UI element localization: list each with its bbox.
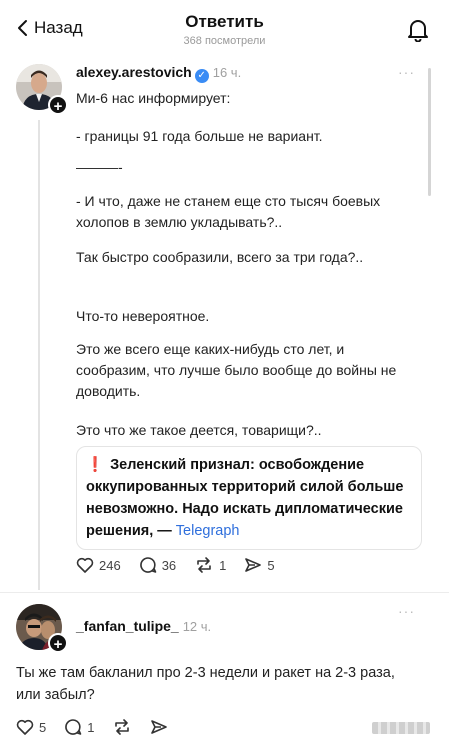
comment-icon: [139, 557, 157, 573]
quote-source-link[interactable]: Telegraph: [176, 523, 240, 539]
heart-icon: [16, 719, 34, 735]
send-icon: [151, 720, 168, 734]
divider: [0, 592, 449, 593]
chevron-left-icon: [18, 20, 27, 36]
bell-icon: [408, 20, 428, 43]
repost-icon: [115, 719, 130, 735]
reply-actions: 5 1: [16, 718, 168, 736]
post-text: ———-: [76, 159, 123, 175]
scrollbar[interactable]: [428, 68, 431, 196]
back-button[interactable]: Назад: [16, 18, 83, 38]
send-icon: [245, 558, 262, 572]
comment-count: 36: [161, 557, 177, 573]
post-actions: 246 36 1 5: [76, 556, 275, 574]
post-header: alexey.arestovich ✓ 16 ч.: [76, 64, 241, 83]
post-text: Что-то невероятное.: [76, 308, 210, 324]
notification-bell-button[interactable]: [407, 18, 429, 47]
comment-icon: [65, 719, 82, 735]
post-time: 16 ч.: [212, 65, 242, 80]
post-username[interactable]: alexey.arestovich: [76, 64, 192, 80]
quoted-link-card[interactable]: ❗ Зеленский признал: освобождение оккупир…: [76, 446, 422, 550]
post-text: Ми-6 нас информирует:: [76, 90, 231, 106]
follow-plus-button[interactable]: +: [48, 633, 68, 653]
post-text: Это же всего еще каких-нибудь сто лет, и…: [76, 341, 397, 399]
repost-button[interactable]: [112, 718, 132, 736]
blurred-watermark: [372, 722, 430, 734]
reply-more-button[interactable]: ···: [398, 603, 415, 619]
back-label: Назад: [34, 18, 83, 37]
reply-header: _fanfan_tulipe_ 12 ч.: [76, 618, 211, 636]
repost-button[interactable]: 1: [194, 556, 226, 574]
reply-username[interactable]: _fanfan_tulipe_: [76, 618, 179, 634]
post-text: - И что, даже не станем еще сто тысяч бо…: [76, 193, 381, 230]
reply-text: Ты же там бакланил про 2-3 недели и раке…: [16, 665, 395, 703]
post-more-button[interactable]: ···: [398, 64, 415, 80]
repost-icon: [197, 557, 211, 573]
like-count: 246: [99, 557, 121, 573]
post-text: - границы 91 года больше не вариант.: [76, 128, 323, 144]
follow-plus-button[interactable]: +: [48, 95, 68, 115]
comment-count: 1: [87, 719, 95, 735]
comment-button[interactable]: 36: [139, 556, 176, 574]
like-count: 5: [39, 719, 47, 735]
post-text: Это что же такое деется, товарищи?..: [76, 422, 322, 438]
thread-line: [38, 120, 40, 590]
like-button[interactable]: 246: [76, 557, 121, 573]
reply-time: 12 ч.: [182, 619, 212, 634]
share-button[interactable]: 5: [244, 557, 275, 573]
share-button[interactable]: [150, 719, 168, 735]
verified-badge-icon: ✓: [194, 69, 209, 83]
exclamation-icon: ❗: [86, 457, 105, 473]
quote-text: Зеленский признал: освобождение оккупиро…: [86, 457, 404, 539]
heart-icon: [76, 557, 94, 573]
post-text: Так быстро сообразили, всего за три года…: [76, 249, 364, 265]
like-button[interactable]: 5: [16, 719, 46, 735]
share-count: 5: [267, 557, 275, 573]
comment-button[interactable]: 1: [64, 718, 94, 736]
repost-count: 1: [219, 557, 227, 573]
